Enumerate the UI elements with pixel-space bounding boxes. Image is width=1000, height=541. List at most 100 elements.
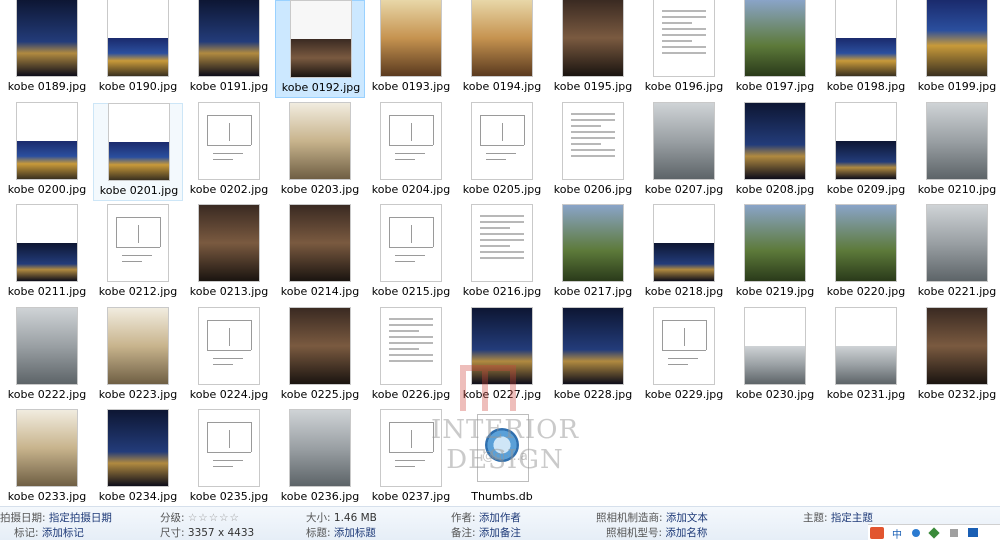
file-name-label: kobe 0222.jpg (7, 387, 87, 401)
file-item[interactable]: kobe 0204.jpg (366, 102, 456, 201)
keyboard-icon[interactable] (950, 529, 958, 537)
file-item[interactable]: kobe 0220.jpg (821, 205, 911, 303)
file-item[interactable]: kobe 0216.jpg (457, 205, 547, 303)
file-item[interactable]: kobe 0199.jpg (912, 0, 1000, 98)
file-item[interactable]: kobe 0229.jpg (639, 307, 729, 406)
file-name-label: kobe 0191.jpg (189, 80, 269, 93)
file-item[interactable]: kobe 0214.jpg (275, 205, 365, 303)
date-taken-field[interactable]: 拍摄日期: 指定拍摄日期 (0, 510, 112, 525)
file-name-label: kobe 0206.jpg (553, 182, 633, 196)
details-pane: 拍摄日期: 指定拍摄日期 标记: 添加标记 分级: ☆☆☆☆☆ 尺寸: 3357… (0, 506, 1000, 540)
title-field[interactable]: 标题: 添加标题 (306, 525, 376, 540)
subject-value[interactable]: 指定主题 (831, 512, 873, 524)
rating-label: 分级: (160, 512, 185, 524)
file-item[interactable]: kobe 0201.jpg (93, 102, 183, 201)
file-item[interactable]: kobe 0228.jpg (548, 307, 638, 406)
file-item[interactable]: kobe 0197.jpg (730, 0, 820, 98)
camera-maker-field[interactable]: 照相机制造商: 添加文本 (596, 510, 708, 525)
tags-value[interactable]: 添加标记 (42, 527, 84, 539)
rating-field[interactable]: 分级: ☆☆☆☆☆ (160, 510, 240, 525)
comments-field[interactable]: 备注: 添加备注 (451, 525, 521, 540)
file-item[interactable]: kobe 0237.jpg (366, 410, 456, 508)
settings-icon[interactable] (968, 528, 978, 537)
file-item[interactable]: kobe 0205.jpg (457, 102, 547, 201)
file-item[interactable]: kobe 0210.jpg (912, 102, 1000, 201)
image-thumbnail (108, 410, 168, 486)
file-item[interactable]: kobe 0227.jpg (457, 307, 547, 406)
file-item[interactable]: kobe 0219.jpg (730, 205, 820, 303)
file-item[interactable]: kobe 0217.jpg (548, 205, 638, 303)
file-item[interactable]: kobe 0196.jpg (639, 0, 729, 98)
image-thumbnail (199, 307, 259, 384)
file-grid: kobe 0189.jpg kobe 0190.jpg kobe 0191.jpg k… (0, 0, 1000, 506)
file-item[interactable]: kobe 0190.jpg (93, 0, 183, 98)
file-item[interactable]: kobe 0206.jpg (548, 102, 638, 201)
file-name-label: kobe 0214.jpg (280, 285, 360, 298)
comments-value[interactable]: 添加备注 (479, 527, 521, 539)
file-item[interactable]: kobe 0194.jpg (457, 0, 547, 98)
file-item[interactable]: kobe 0200.jpg (2, 102, 92, 201)
file-name-label: kobe 0204.jpg (371, 182, 451, 196)
file-name-label: Thumbs.db (471, 490, 533, 503)
file-item[interactable]: kobe 0209.jpg (821, 102, 911, 201)
file-name-label: kobe 0232.jpg (917, 387, 997, 401)
file-item[interactable]: kobe 0192.jpg (275, 0, 365, 98)
moon-icon[interactable] (912, 529, 920, 537)
image-thumbnail (199, 0, 259, 76)
file-item[interactable]: kobe 0231.jpg (821, 307, 911, 406)
file-item[interactable]: kobe 0191.jpg (184, 0, 274, 98)
rating-stars-icon[interactable]: ☆☆☆☆☆ (188, 512, 240, 524)
file-item[interactable]: kobe 0224.jpg (184, 307, 274, 406)
image-thumbnail (381, 0, 441, 76)
file-item[interactable]: Thumbs.db (457, 410, 547, 508)
file-item[interactable]: kobe 0195.jpg (548, 0, 638, 98)
file-item[interactable]: kobe 0211.jpg (2, 205, 92, 303)
file-item[interactable]: kobe 0202.jpg (184, 102, 274, 201)
file-item[interactable]: kobe 0189.jpg (2, 0, 92, 98)
image-thumbnail (563, 102, 623, 179)
file-item[interactable]: kobe 0226.jpg (366, 307, 456, 406)
file-item[interactable]: kobe 0193.jpg (366, 0, 456, 98)
image-thumbnail (654, 205, 714, 281)
image-thumbnail (199, 410, 259, 486)
image-thumbnail (17, 102, 77, 179)
file-item[interactable]: kobe 0198.jpg (821, 0, 911, 98)
camera-maker-value[interactable]: 添加文本 (666, 512, 708, 524)
file-name-label: kobe 0226.jpg (371, 387, 451, 401)
image-thumbnail (381, 307, 441, 384)
file-item[interactable]: kobe 0218.jpg (639, 205, 729, 303)
tags-field[interactable]: 标记: 添加标记 (14, 525, 84, 540)
file-item[interactable]: kobe 0221.jpg (912, 205, 1000, 303)
file-name-label: kobe 0199.jpg (917, 80, 997, 93)
date-taken-value[interactable]: 指定拍摄日期 (49, 512, 112, 524)
file-item[interactable]: kobe 0232.jpg (912, 307, 1000, 406)
file-item[interactable]: kobe 0236.jpg (275, 410, 365, 508)
author-field[interactable]: 作者: 添加作者 (451, 510, 521, 525)
image-thumbnail (108, 307, 168, 384)
author-value[interactable]: 添加作者 (479, 512, 521, 524)
file-item[interactable]: kobe 0233.jpg (2, 410, 92, 508)
image-thumbnail (290, 205, 350, 281)
file-item[interactable]: kobe 0213.jpg (184, 205, 274, 303)
subject-field[interactable]: 主题: 指定主题 (803, 510, 873, 525)
file-item[interactable]: kobe 0208.jpg (730, 102, 820, 201)
file-name-label: kobe 0227.jpg (462, 387, 542, 401)
file-item[interactable]: kobe 0234.jpg (93, 410, 183, 508)
file-item[interactable]: kobe 0207.jpg (639, 102, 729, 201)
file-item[interactable]: kobe 0215.jpg (366, 205, 456, 303)
camera-model-value[interactable]: 添加名称 (665, 527, 707, 539)
title-value[interactable]: 添加标题 (334, 527, 376, 539)
file-item[interactable]: kobe 0235.jpg (184, 410, 274, 508)
file-item[interactable]: kobe 0223.jpg (93, 307, 183, 406)
dimensions-field: 尺寸: 3357 x 4433 (160, 525, 254, 540)
file-item[interactable]: kobe 0222.jpg (2, 307, 92, 406)
file-item[interactable]: kobe 0212.jpg (93, 205, 183, 303)
file-item[interactable]: kobe 0230.jpg (730, 307, 820, 406)
camera-model-field[interactable]: 照相机型号: 添加名称 (606, 525, 707, 540)
file-item[interactable]: kobe 0225.jpg (275, 307, 365, 406)
file-item[interactable]: kobe 0203.jpg (275, 102, 365, 201)
file-name-label: kobe 0212.jpg (98, 285, 178, 298)
punctuation-icon[interactable] (928, 527, 940, 539)
image-thumbnail (108, 205, 168, 281)
app-icon[interactable] (870, 527, 884, 539)
